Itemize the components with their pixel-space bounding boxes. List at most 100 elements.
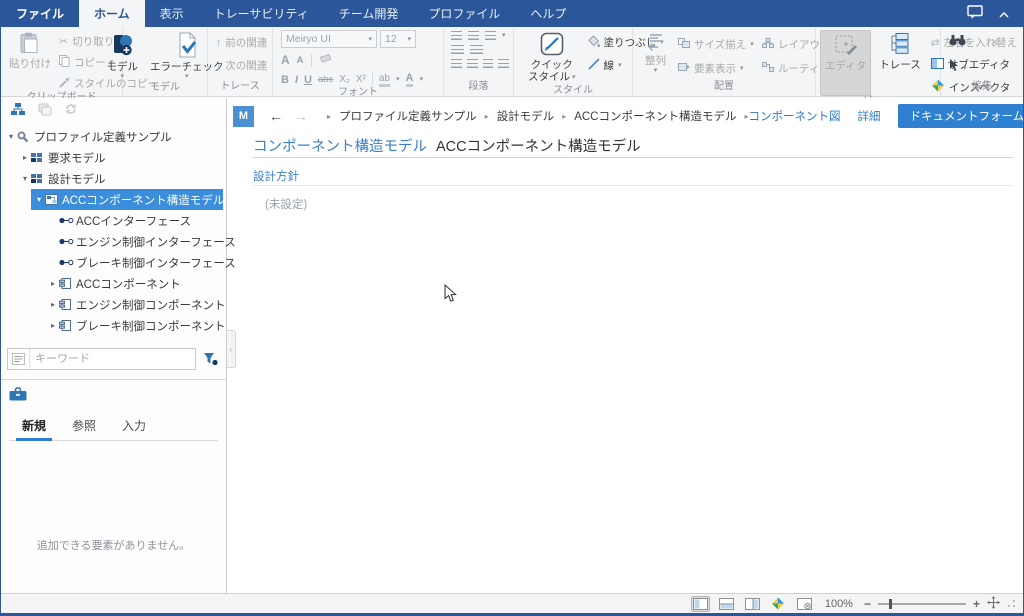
tab-home[interactable]: ホーム xyxy=(79,0,145,27)
fit-to-screen-icon[interactable] xyxy=(987,596,1000,612)
multilevel-list-icon[interactable] xyxy=(485,31,496,40)
tab-traceability[interactable]: トレーサビリティ xyxy=(199,0,324,27)
grow-font-button[interactable]: A xyxy=(281,53,290,67)
subscript-button[interactable]: X₂ xyxy=(339,74,350,85)
tree-item-profile-sample[interactable]: ▾ プロファイル定義サンプル xyxy=(1,126,226,147)
highlight-color-button[interactable]: ab xyxy=(379,73,390,87)
align-justify-icon[interactable] xyxy=(498,59,509,68)
horizontal-split-icon[interactable] xyxy=(717,596,736,612)
search-type-icon[interactable] xyxy=(8,349,30,369)
increase-indent-icon[interactable] xyxy=(470,45,483,54)
next-relation-button[interactable]: ↓次の関連 xyxy=(214,57,268,74)
ribbon: 貼り付け ✂切り取り コピー▾ スタイルのコピー クリップボード モデル ▾ xyxy=(1,27,1023,97)
font-size-select[interactable]: 12▾ xyxy=(380,30,416,48)
model-package-icon xyxy=(31,174,48,184)
back-icon[interactable]: ← xyxy=(269,109,283,123)
size-align-button[interactable]: サイズ揃え▾ xyxy=(676,36,748,53)
align-left-icon[interactable] xyxy=(451,59,462,68)
zoom-slider[interactable] xyxy=(878,603,966,605)
clear-format-icon[interactable] xyxy=(319,51,332,69)
paste-button[interactable]: 貼り付け xyxy=(5,30,55,92)
breadcrumb-sep-icon: ▸ xyxy=(485,112,489,121)
ribbon-group-view: エディタ トレース ⇄左右を入れ替え サブエディタ インスペクタ ビュー xyxy=(816,27,941,96)
search-binoculars-icon[interactable] xyxy=(949,33,966,51)
element-display-button[interactable]: 要素表示▾ xyxy=(676,60,748,77)
tree-item-engine-interface[interactable]: エンジン制御インターフェース xyxy=(1,231,226,252)
panel-splitter-handle[interactable]: ‹ xyxy=(227,330,236,368)
field-value-unset[interactable]: (未設定) xyxy=(265,196,307,212)
editor-view-button[interactable]: エディタ xyxy=(820,30,871,96)
bold-button[interactable]: B xyxy=(281,74,289,86)
inspector-toggle-icon[interactable] xyxy=(769,596,788,612)
close-icon[interactable]: ✕ xyxy=(990,36,999,49)
tree-item-requirement-model[interactable]: ▸ 要求モデル xyxy=(1,147,226,168)
tab-file[interactable]: ファイル xyxy=(1,0,79,27)
feedback-icon[interactable] xyxy=(967,5,983,22)
prev-relation-button[interactable]: ↑前の関連 xyxy=(214,34,268,51)
superscript-button[interactable]: X² xyxy=(356,74,366,85)
breadcrumb-item[interactable]: プロファイル定義サンプル xyxy=(339,108,477,124)
bullet-list-icon[interactable] xyxy=(451,31,462,40)
expander-icon[interactable]: ▾ xyxy=(5,132,17,141)
tree-item-brake-component[interactable]: ▸ ブレーキ制御コンポーネント xyxy=(1,315,226,336)
font-family-select[interactable]: Meiryo UI▾ xyxy=(281,30,377,48)
shrink-font-button[interactable]: A xyxy=(297,55,304,66)
decrease-indent-icon[interactable] xyxy=(451,45,464,54)
italic-button[interactable]: I xyxy=(295,74,298,86)
view-document-form-button[interactable]: ドキュメントフォーム xyxy=(898,104,1024,128)
search-filter-icon[interactable] xyxy=(200,352,220,366)
select-cursor-icon[interactable] xyxy=(949,59,959,77)
tree-item-design-model[interactable]: ▾ 設計モデル xyxy=(1,168,226,189)
sync-relations-icon[interactable] xyxy=(64,102,78,121)
trace-view-button[interactable]: トレース xyxy=(875,30,924,96)
align-center-icon[interactable] xyxy=(467,59,478,68)
toolbox-tab-reference[interactable]: 参照 xyxy=(59,413,109,440)
model-button[interactable]: モデル ▾ xyxy=(103,30,143,82)
subeditor-toggle-icon[interactable] xyxy=(795,596,814,612)
view-detail-link[interactable]: 詳細 xyxy=(858,108,881,124)
quick-style-button[interactable]: クイック スタイル▾ xyxy=(524,30,580,85)
keyword-search-box[interactable] xyxy=(7,348,196,370)
tab-help[interactable]: ヘルプ xyxy=(515,0,581,27)
numbered-list-icon[interactable] xyxy=(468,31,479,40)
font-color-button[interactable]: A xyxy=(406,72,414,87)
vertical-split-icon[interactable] xyxy=(743,596,762,612)
tree-item-acc-structure-model[interactable]: ▾ ACCコンポーネント構造モデル xyxy=(1,189,226,210)
toolbox-tab-new[interactable]: 新規 xyxy=(9,413,59,440)
single-pane-icon[interactable] xyxy=(691,596,710,612)
tab-team[interactable]: チーム開発 xyxy=(324,0,414,27)
expander-icon[interactable]: ▾ xyxy=(33,195,45,204)
group-label-trace: トレース xyxy=(208,81,272,96)
model-tree-icon[interactable] xyxy=(10,102,26,121)
ribbon-tab-bar: ファイル ホーム 表示 トレーサビリティ チーム開発 プロファイル ヘルプ xyxy=(1,0,1023,27)
breadcrumb-item[interactable]: 設計モデル xyxy=(497,108,555,124)
zoom-in-button[interactable]: + xyxy=(973,597,980,611)
zoom-level: 100% xyxy=(825,598,853,610)
underline-button[interactable]: U xyxy=(304,74,312,86)
strikethrough-button[interactable]: abc xyxy=(318,74,333,85)
tree-item-engine-component[interactable]: ▸ エンジン制御コンポーネント xyxy=(1,294,226,315)
resize-grip[interactable] xyxy=(1007,599,1016,608)
expander-icon[interactable]: ▸ xyxy=(47,279,59,288)
section-heading[interactable]: 設計方針 xyxy=(253,168,299,184)
zoom-out-button[interactable]: − xyxy=(864,597,871,611)
keyword-search-input[interactable] xyxy=(30,353,195,365)
zoom-slider-thumb[interactable] xyxy=(889,599,892,609)
collapse-ribbon-icon[interactable] xyxy=(999,7,1009,21)
tree-item-acc-interface[interactable]: ACCインターフェース xyxy=(1,210,226,231)
layers-icon[interactable] xyxy=(38,103,52,121)
font-family-value: Meiryo UI xyxy=(286,33,331,45)
tree-item-acc-component[interactable]: ▸ ACCコンポーネント xyxy=(1,273,226,294)
align-right-icon[interactable] xyxy=(483,59,494,68)
toolbox-tab-input[interactable]: 入力 xyxy=(109,413,159,440)
align-button[interactable]: 整列 ▾ xyxy=(641,30,670,81)
view-component-diagram-link[interactable]: コンポーネント図 xyxy=(749,108,841,124)
tab-profile[interactable]: プロファイル xyxy=(413,0,515,27)
tree-item-brake-interface[interactable]: ブレーキ制御インターフェース xyxy=(1,252,226,273)
expander-icon[interactable]: ▾ xyxy=(19,174,31,183)
expander-icon[interactable]: ▸ xyxy=(47,300,59,309)
expander-icon[interactable]: ▸ xyxy=(47,321,59,330)
tab-view[interactable]: 表示 xyxy=(145,0,199,27)
expander-icon[interactable]: ▸ xyxy=(19,153,31,162)
breadcrumb-item[interactable]: ACCコンポーネント構造モデル xyxy=(574,108,736,124)
